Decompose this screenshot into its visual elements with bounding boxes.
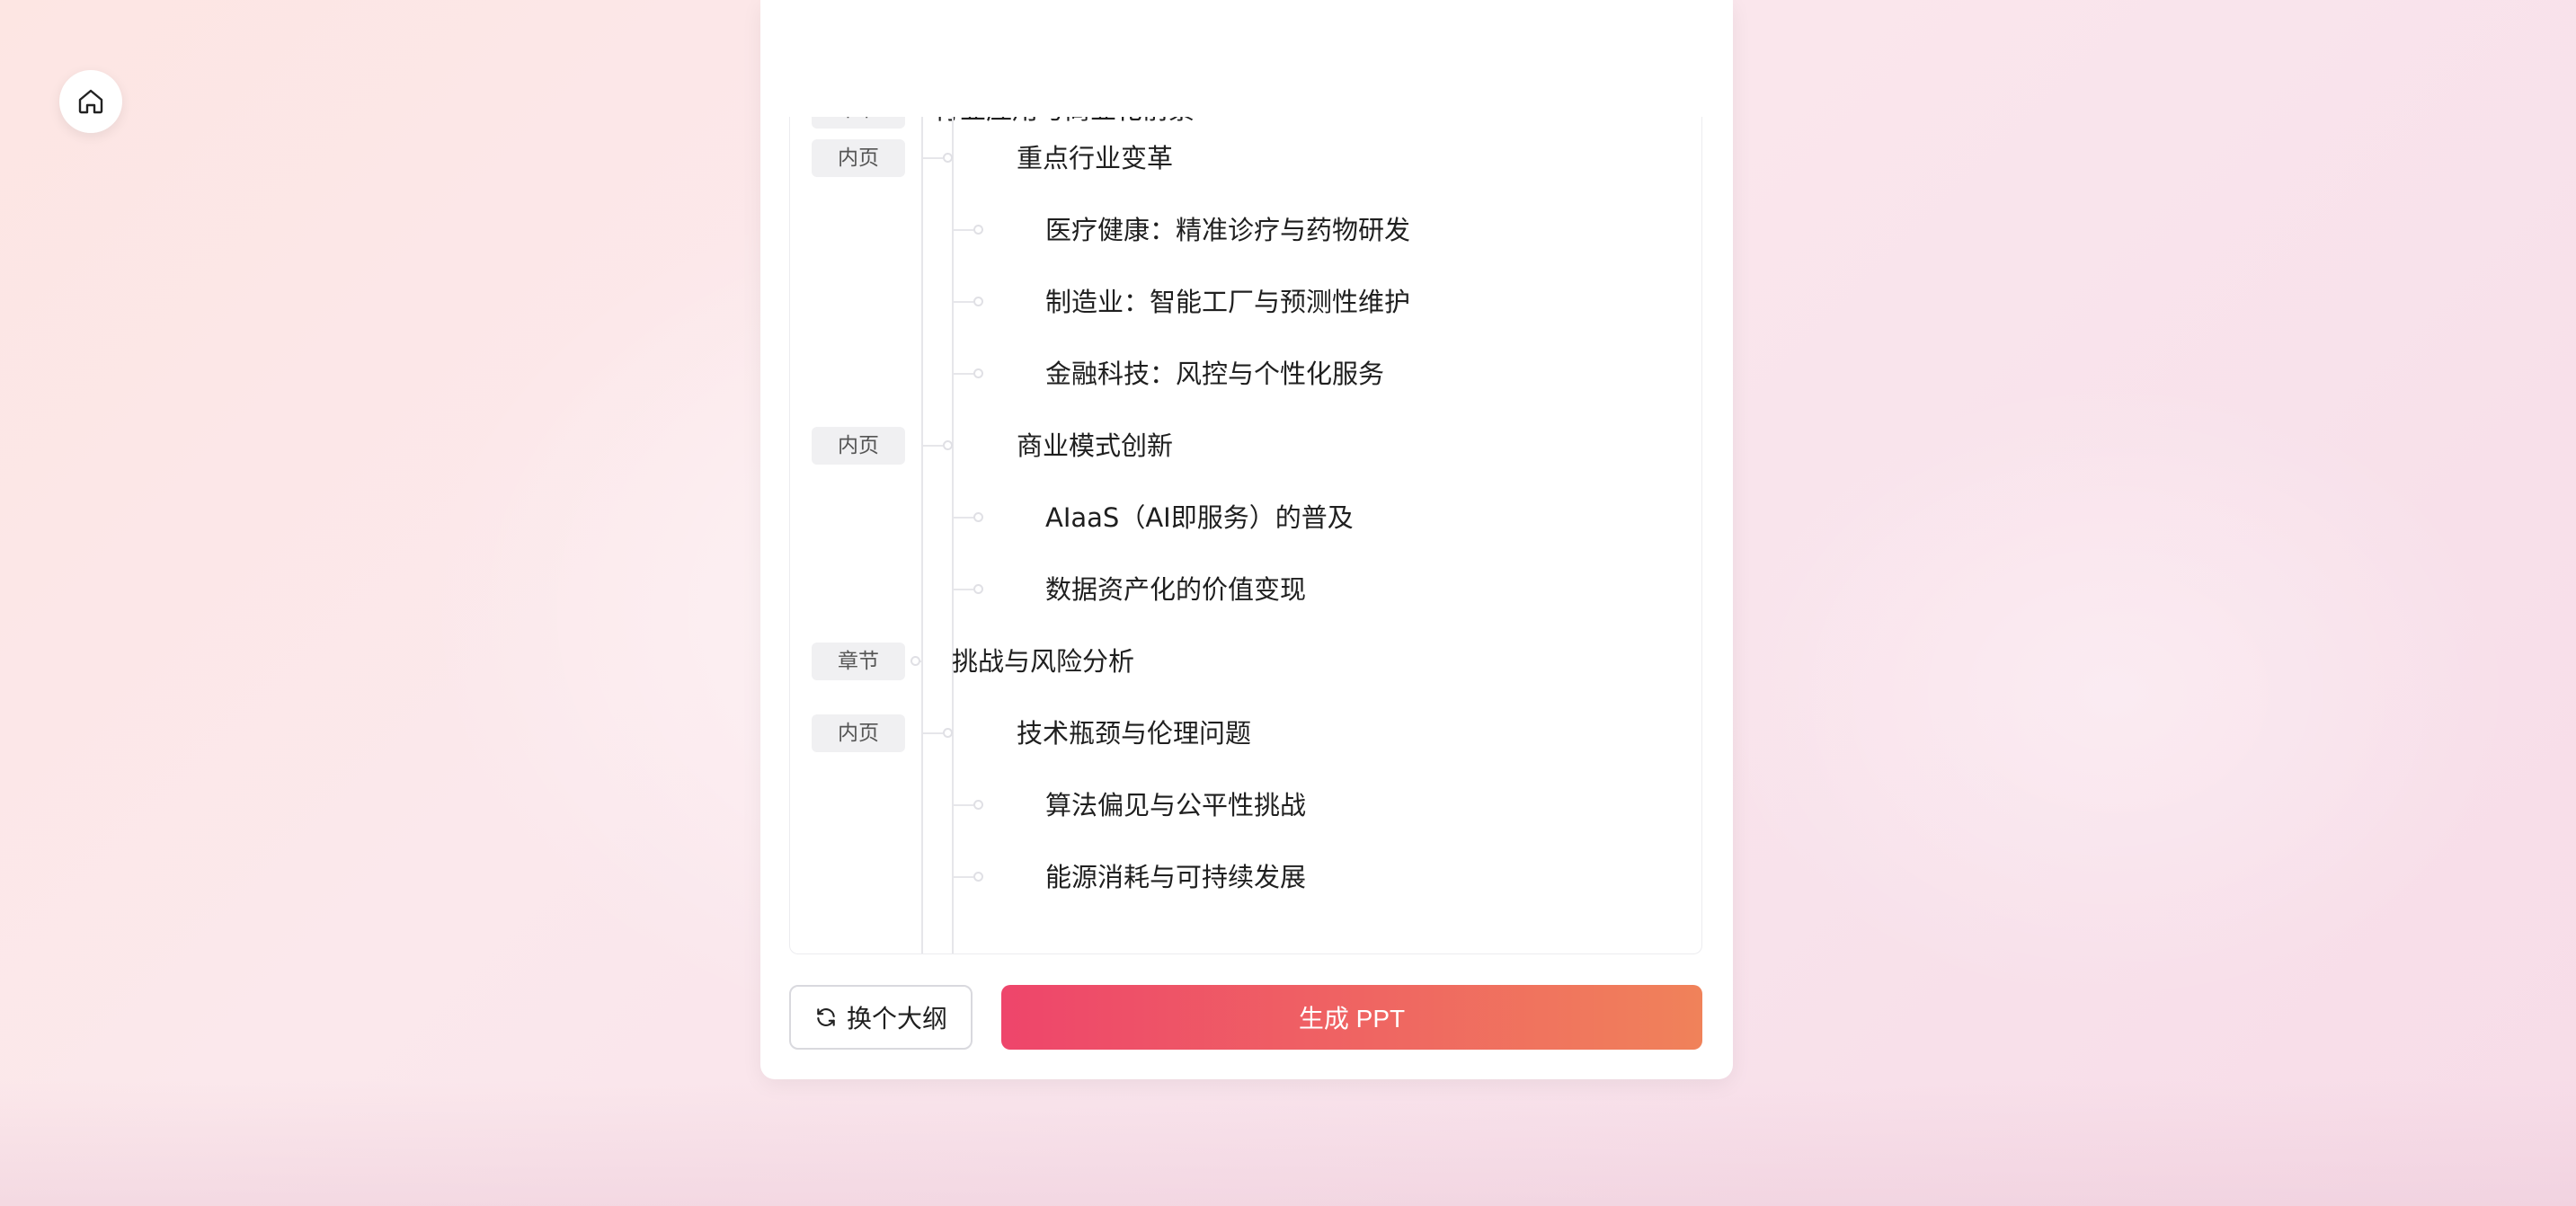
outline-text: 算法偏见与公平性挑战 [1045,790,1307,820]
tree-node-dot [973,368,983,378]
tree-node-dot [973,800,983,810]
change-outline-label: 换个大纲 [846,1005,947,1033]
tree-connector [921,732,943,734]
tree-node-dot [973,297,983,306]
outline-row[interactable]: 算法偏见与公平性挑战 [790,769,1701,841]
outline-row[interactable]: 医疗健康：精准诊疗与药物研发 [790,194,1701,266]
tree-connector [952,373,973,375]
outline-text: 商业模式创新 [1017,430,1174,461]
tree-node-dot [943,153,953,163]
tree-node-dot [943,440,953,450]
outline-text: 能源消耗与可持续发展 [1045,862,1307,892]
tree-node-dot [973,584,983,594]
home-icon [78,89,103,114]
outline-row[interactable]: 能源消耗与可持续发展 [790,841,1701,913]
tree-connector [921,157,943,159]
tree-node-dot [943,728,953,738]
outline-text: 医疗健康：精准诊疗与药物研发 [1045,215,1411,245]
tree-node-dot [973,872,983,882]
tree-connector [952,589,973,590]
outline-row[interactable]: 制造业：智能工厂与预测性维护 [790,266,1701,338]
outline-text: 数据资产化的价值变现 [1045,574,1307,605]
background-glow-2 [1708,377,2517,1006]
tree-node-dot [910,656,920,666]
outline-text: 挑战与风险分析 [952,646,1135,677]
outline-text: 金融科技：风控与个性化服务 [1045,359,1385,389]
outline-tag: 章节 [812,643,905,680]
outline-tree[interactable]: 章节 行业应用与商业化前景 内页重点行业变革医疗健康：精准诊疗与药物研发制造业：… [789,117,1702,954]
outline-text: 制造业：智能工厂与预测性维护 [1045,287,1411,317]
generate-ppt-label: 生成 PPT [1298,1005,1406,1033]
outline-row[interactable]: 内页 商业模式创新 [790,410,1701,482]
outline-row[interactable]: 内页 重点行业变革 [790,122,1701,194]
tree-connector [952,876,973,878]
background-bottom-shade [0,1080,2576,1206]
outline-row[interactable]: 章节 挑战与风险分析 [790,625,1701,697]
outline-text: AIaaS（AI即服务）的普及 [1045,502,1354,533]
outline-row[interactable]: 数据资产化的价值变现 [790,554,1701,625]
outline-tag: 内页 [812,427,905,465]
outline-row[interactable]: 金融科技：风控与个性化服务 [790,338,1701,410]
tree-node-dot [973,512,983,522]
refresh-icon [817,1008,835,1026]
outline-panel: 章节 行业应用与商业化前景 内页重点行业变革医疗健康：精准诊疗与药物研发制造业：… [760,0,1733,1079]
outline-text: 重点行业变革 [1017,143,1174,173]
home-button[interactable] [59,70,122,133]
tree-node-dot [973,225,983,235]
outline-tag: 内页 [812,714,905,752]
tree-connector [952,301,973,303]
outline-row[interactable]: 内页 技术瓶颈与伦理问题 [790,697,1701,769]
change-outline-button[interactable]: 换个大纲 [789,985,973,1050]
tree-connector [952,229,973,231]
outline-tag: 内页 [812,139,905,177]
outline-text: 技术瓶颈与伦理问题 [1017,718,1252,749]
generate-ppt-button[interactable]: 生成 PPT [1001,985,1702,1050]
tree-connector [921,445,943,447]
tree-connector [952,804,973,806]
outline-row[interactable]: AIaaS（AI即服务）的普及 [790,482,1701,554]
tree-connector [952,517,973,519]
